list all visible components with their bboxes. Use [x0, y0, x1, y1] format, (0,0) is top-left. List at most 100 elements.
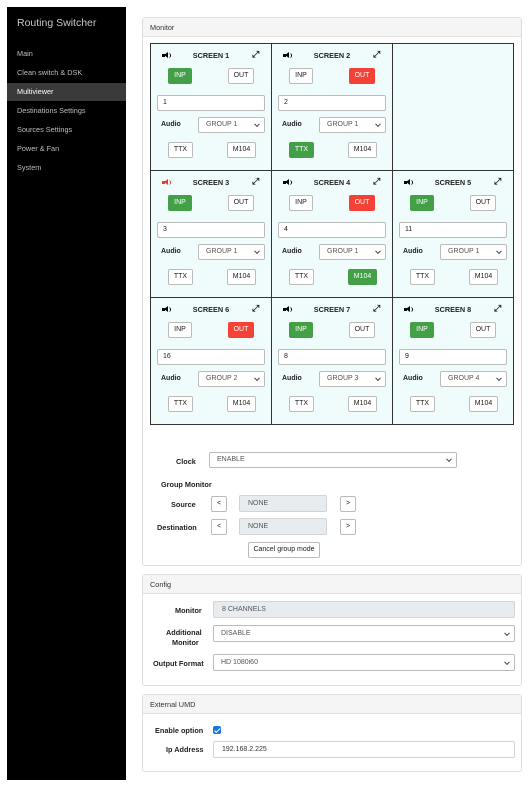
- speaker-icon[interactable]: [283, 179, 292, 186]
- chevron-down-icon: [375, 121, 381, 128]
- channel-input[interactable]: 4: [278, 222, 386, 238]
- expand-icon[interactable]: ⤢: [373, 177, 380, 186]
- source-next-button[interactable]: >: [340, 496, 356, 512]
- source-prev-button[interactable]: <: [211, 496, 227, 512]
- speaker-icon[interactable]: [162, 306, 171, 313]
- destination-prev-button[interactable]: <: [211, 519, 227, 535]
- ttx-button[interactable]: TTX: [410, 396, 435, 412]
- ttx-button[interactable]: TTX: [289, 142, 314, 158]
- inp-button[interactable]: INP: [168, 195, 192, 211]
- out-button[interactable]: OUT: [228, 195, 254, 211]
- audio-label: Audio: [282, 248, 302, 255]
- out-button[interactable]: OUT: [470, 322, 496, 338]
- inp-button[interactable]: INP: [410, 195, 434, 211]
- audio-label: Audio: [282, 375, 302, 382]
- audio-group-select[interactable]: GROUP 4: [440, 371, 507, 387]
- destination-next-button[interactable]: >: [340, 519, 356, 535]
- chevron-down-icon: [375, 375, 381, 382]
- out-button[interactable]: OUT: [349, 322, 375, 338]
- audio-group-select[interactable]: GROUP 1: [198, 244, 265, 260]
- speaker-icon[interactable]: [162, 52, 171, 59]
- ttx-button[interactable]: TTX: [410, 269, 435, 285]
- inp-button[interactable]: INP: [168, 322, 192, 338]
- ip-address-input[interactable]: 192.168.2.225: [213, 741, 515, 758]
- source-label: Source: [171, 500, 196, 509]
- expand-icon[interactable]: ⤢: [373, 50, 380, 59]
- out-button[interactable]: OUT: [349, 195, 375, 211]
- out-button[interactable]: OUT: [228, 322, 254, 338]
- audio-group-select[interactable]: GROUP 1: [198, 117, 265, 133]
- out-button[interactable]: OUT: [470, 195, 496, 211]
- speaker-icon[interactable]: [283, 306, 292, 313]
- clock-label: Clock: [176, 457, 196, 466]
- cancel-group-mode-button[interactable]: Cancel group mode: [248, 542, 320, 558]
- audio-group-value: GROUP 1: [327, 248, 359, 255]
- expand-icon[interactable]: ⤢: [373, 304, 380, 313]
- m104-button[interactable]: M104: [348, 396, 377, 412]
- audio-group-select[interactable]: GROUP 1: [319, 117, 386, 133]
- m104-button[interactable]: M104: [348, 269, 377, 285]
- sidebar-item-multiviewer[interactable]: Multiviewer: [7, 83, 126, 101]
- audio-group-select[interactable]: GROUP 1: [319, 244, 386, 260]
- sidebar-item-sources[interactable]: Sources Settings: [7, 121, 126, 139]
- inp-button[interactable]: INP: [289, 195, 313, 211]
- channel-input[interactable]: 1: [157, 95, 265, 111]
- out-button[interactable]: OUT: [228, 68, 254, 84]
- additional-monitor-label-line2: Monitor: [172, 638, 199, 647]
- audio-group-value: GROUP 1: [327, 121, 359, 128]
- inp-button[interactable]: INP: [289, 322, 313, 338]
- speaker-icon[interactable]: [404, 306, 413, 313]
- channel-input[interactable]: 2: [278, 95, 386, 111]
- ttx-button[interactable]: TTX: [168, 142, 193, 158]
- sidebar-item-power-fan[interactable]: Power & Fan: [7, 140, 126, 158]
- audio-group-value: GROUP 1: [206, 121, 238, 128]
- out-button[interactable]: OUT: [349, 68, 375, 84]
- ttx-button[interactable]: TTX: [289, 269, 314, 285]
- inp-button[interactable]: INP: [289, 68, 313, 84]
- expand-icon[interactable]: ⤢: [494, 177, 501, 186]
- clock-select[interactable]: ENABLE: [209, 452, 457, 468]
- audio-group-select[interactable]: GROUP 2: [198, 371, 265, 387]
- channel-input[interactable]: 16: [157, 349, 265, 365]
- audio-group-select[interactable]: GROUP 3: [319, 371, 386, 387]
- source-field: NONE: [239, 495, 327, 512]
- m104-button[interactable]: M104: [469, 269, 498, 285]
- channel-input[interactable]: 8: [278, 349, 386, 365]
- ttx-button[interactable]: TTX: [289, 396, 314, 412]
- speaker-icon[interactable]: [283, 52, 292, 59]
- expand-icon[interactable]: ⤢: [252, 304, 259, 313]
- expand-icon[interactable]: ⤢: [494, 304, 501, 313]
- m104-button[interactable]: M104: [227, 269, 256, 285]
- audio-label: Audio: [161, 375, 181, 382]
- sidebar-item-destinations[interactable]: Destinations Settings: [7, 102, 126, 120]
- m104-button[interactable]: M104: [227, 396, 256, 412]
- sidebar-item-system[interactable]: System: [7, 159, 126, 177]
- ttx-button[interactable]: TTX: [168, 269, 193, 285]
- speaker-icon[interactable]: [162, 179, 171, 186]
- enable-option-checkbox[interactable]: [213, 726, 221, 734]
- ip-address-label: Ip Address: [166, 745, 204, 754]
- channel-input[interactable]: 9: [399, 349, 507, 365]
- audio-group-value: GROUP 3: [327, 375, 359, 382]
- destination-label: Destination: [157, 523, 197, 532]
- m104-button[interactable]: M104: [348, 142, 377, 158]
- sidebar-item-clean-switch[interactable]: Clean switch & DSK: [7, 64, 126, 82]
- channel-input[interactable]: 3: [157, 222, 265, 238]
- speaker-icon[interactable]: [404, 179, 413, 186]
- inp-button[interactable]: INP: [410, 322, 434, 338]
- m104-button[interactable]: M104: [469, 396, 498, 412]
- screen-cell-3: SCREEN 3 ⤢ INP OUT 3 Audio GROUP 1 TTX M104: [151, 171, 272, 298]
- expand-icon[interactable]: ⤢: [252, 177, 259, 186]
- sidebar-item-main[interactable]: Main: [7, 45, 126, 63]
- ttx-button[interactable]: TTX: [168, 396, 193, 412]
- inp-button[interactable]: INP: [168, 68, 192, 84]
- screen-title: SCREEN 7: [313, 305, 351, 314]
- screen-cell-8: SCREEN 8 ⤢ INP OUT 9 Audio GROUP 4 TTX M104: [393, 298, 513, 424]
- additional-monitor-select[interactable]: DISABLE: [213, 625, 515, 642]
- audio-group-select[interactable]: GROUP 1: [440, 244, 507, 260]
- expand-icon[interactable]: ⤢: [252, 50, 259, 59]
- output-format-select[interactable]: HD 1080i60: [213, 654, 515, 671]
- audio-label: Audio: [161, 248, 181, 255]
- m104-button[interactable]: M104: [227, 142, 256, 158]
- channel-input[interactable]: 11: [399, 222, 507, 238]
